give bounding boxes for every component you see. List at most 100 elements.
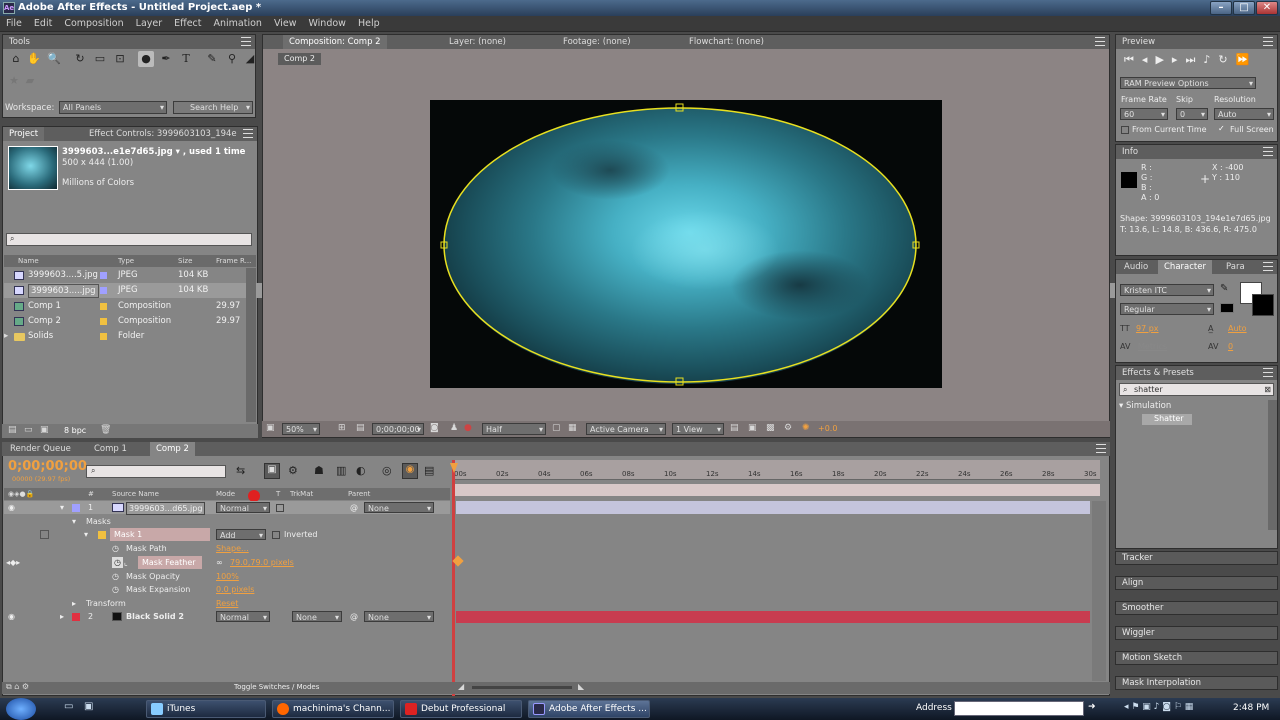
task-browser[interactable]: machinima's Chann... [272, 700, 394, 718]
minimize-button[interactable]: – [1210, 1, 1232, 15]
menu-window[interactable]: Window [302, 16, 351, 32]
pen-icon[interactable]: ✒ [158, 51, 174, 67]
tab-flowchart[interactable]: Flowchart: (none) [683, 35, 770, 49]
motion-blur-icon[interactable]: ◐ [356, 464, 366, 477]
new-comp-icon[interactable]: ▣ [40, 425, 49, 435]
layer-name[interactable]: 3999603...d65.jpg [126, 502, 206, 515]
smoother-panel[interactable]: Smoother [1115, 601, 1278, 615]
camera-snapshot-icon[interactable]: ▤ [356, 423, 365, 433]
black-swatch[interactable] [1220, 303, 1234, 313]
mask-expansion-value[interactable]: 0.0 pixels [216, 583, 254, 596]
masks-group-row[interactable]: ▾ Masks [4, 515, 450, 528]
interpret-footage-icon[interactable]: ▤ [8, 425, 17, 435]
panel-menu-icon[interactable] [1263, 37, 1273, 46]
ram-preview-icon[interactable]: ⏩ [1236, 53, 1258, 66]
rotate-icon[interactable]: ↻ [72, 51, 88, 67]
brainstorm-icon[interactable]: ◎ [382, 464, 392, 477]
tracking-value[interactable]: 0 [1228, 342, 1233, 351]
transparency-grid-icon[interactable]: ▦ [568, 423, 577, 433]
work-area-bar[interactable] [452, 484, 1100, 496]
mask-mode-dropdown[interactable]: Add [216, 529, 266, 540]
layer-name[interactable]: Black Solid 2 [126, 610, 184, 623]
col-trkmat[interactable]: TrkMat [290, 488, 313, 500]
parent-dropdown[interactable]: None [364, 611, 434, 622]
panel-menu-icon[interactable] [1263, 147, 1273, 156]
snapshot-icon[interactable]: ◙ [430, 423, 439, 433]
wiggler-panel[interactable]: Wiggler [1115, 626, 1278, 640]
col-source-name[interactable]: Source Name [112, 488, 159, 500]
pickwhip-icon[interactable]: @ [350, 610, 358, 623]
puppet-icon[interactable]: ★ [6, 73, 22, 89]
mask-opacity-row[interactable]: ◷ Mask Opacity 100% [4, 570, 450, 583]
graph-icon[interactable]: ⌞ [124, 556, 128, 569]
tab-paragraph[interactable]: Para [1220, 260, 1251, 274]
switch-windows-icon[interactable]: ▣ [84, 701, 93, 712]
pan-behind-icon[interactable]: ⊡ [112, 51, 128, 67]
address-input[interactable] [954, 701, 1084, 716]
frame-blending-icon[interactable]: ▥ [336, 464, 346, 477]
menu-edit[interactable]: Edit [28, 16, 58, 32]
zoom-out-icon[interactable]: ◢ [458, 682, 464, 691]
mask-solo-checkbox[interactable] [40, 530, 49, 539]
maximize-button[interactable]: □ [1233, 1, 1255, 15]
toggle-pixel-icon[interactable]: ▤ [730, 423, 739, 433]
first-frame-icon[interactable]: ⏮ [1124, 53, 1142, 66]
parent-dropdown[interactable]: None [364, 502, 434, 513]
skip-dropdown[interactable]: 0 [1176, 108, 1208, 120]
toggle-switches-modes[interactable]: Toggle Switches / Modes [234, 683, 319, 691]
view-layout-dropdown[interactable]: 1 View [672, 423, 724, 435]
menu-help[interactable]: Help [352, 16, 386, 32]
align-panel[interactable]: Align [1115, 576, 1278, 590]
tab-render-queue[interactable]: Render Queue [4, 442, 77, 456]
task-after-effects[interactable]: Adobe After Effects ... [528, 700, 650, 718]
tab-footage[interactable]: Footage: (none) [557, 35, 637, 49]
show-snapshot-icon[interactable]: ♟ [450, 423, 458, 433]
timeline-vertical-scrollbar[interactable] [1092, 501, 1106, 681]
always-preview-icon[interactable]: ▣ [266, 423, 275, 433]
layer-row-2[interactable]: ◉ ▸ 2 Black Solid 2 Normal None @ None [4, 610, 450, 623]
label-swatch[interactable] [72, 613, 80, 621]
menu-layer[interactable]: Layer [130, 16, 169, 32]
tab-project[interactable]: Project [3, 127, 45, 141]
preserve-transparency-checkbox[interactable] [276, 504, 284, 512]
layer-2-duration-bar[interactable] [456, 611, 1090, 623]
mask-path-value[interactable]: Shape... [216, 542, 249, 555]
project-scrollbar[interactable] [246, 268, 256, 422]
leading-value[interactable]: Auto [1228, 324, 1247, 333]
go-arrow-icon[interactable]: ➜ [1088, 702, 1096, 712]
mask-name[interactable]: Mask 1 [110, 528, 210, 541]
comp-subtab[interactable]: Comp 2 [278, 53, 321, 65]
ellipse-tool-icon[interactable]: ● [138, 51, 154, 67]
graph-editor-icon[interactable]: ◉ [402, 463, 418, 479]
col-frame-rate[interactable]: Frame R... [216, 255, 251, 267]
motion-sketch-panel[interactable]: Motion Sketch [1115, 651, 1278, 665]
text-icon[interactable]: T [178, 51, 194, 67]
audio-icon[interactable]: ♪ [1203, 53, 1218, 66]
brush-icon[interactable]: ✎ [204, 51, 220, 67]
tab-audio[interactable]: Audio [1118, 260, 1154, 274]
stroke-color-swatch[interactable] [1252, 294, 1274, 316]
panel-menu-icon[interactable] [1263, 368, 1273, 377]
mask-path-row[interactable]: ◷ Mask Path Shape... [4, 542, 450, 555]
task-debut[interactable]: Debut Professional [400, 700, 522, 718]
mask-opacity-value[interactable]: 100% [216, 570, 239, 583]
tracker-panel[interactable]: Tracker [1115, 551, 1278, 565]
stopwatch-icon[interactable]: ◷ [112, 570, 119, 583]
transform-row[interactable]: ▸ Transform Reset [4, 597, 450, 610]
clear-search-icon[interactable]: ⊠ [1264, 384, 1271, 395]
flowchart-icon[interactable]: ⚙ [784, 423, 792, 433]
menu-effect[interactable]: Effect [168, 16, 207, 32]
zoom-dropdown[interactable]: 50% [282, 423, 320, 435]
new-folder-icon[interactable]: ▭ [24, 425, 33, 435]
menu-animation[interactable]: Animation [208, 16, 268, 32]
panel-menu-icon[interactable] [1096, 444, 1106, 453]
eye-icon[interactable]: ◉ [8, 610, 15, 623]
current-time-field[interactable]: 0;00;00;00 [372, 423, 424, 435]
font-style-dropdown[interactable]: Regular [1120, 303, 1214, 315]
menu-file[interactable]: File [0, 16, 28, 32]
draft-3d-icon[interactable]: ⚙ [288, 464, 298, 477]
brush2-icon[interactable]: ▰ [22, 73, 38, 89]
col-size[interactable]: Size [178, 255, 192, 267]
home-icon[interactable]: ⌂ [8, 51, 24, 67]
prev-frame-icon[interactable]: ◂ [1142, 53, 1156, 66]
